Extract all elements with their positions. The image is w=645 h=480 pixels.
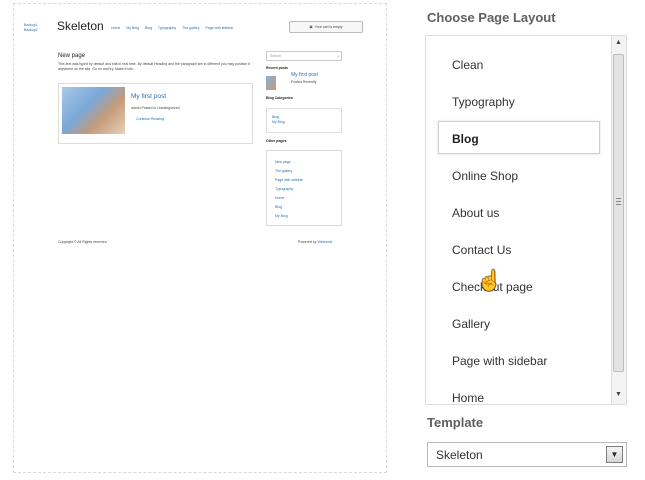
other-page-link[interactable]: Home — [275, 194, 341, 203]
category-link[interactable]: My Blog — [272, 120, 341, 125]
choose-layout-heading: Choose Page Layout — [427, 10, 556, 25]
menu-item[interactable]: Blog — [145, 26, 152, 30]
post-meta: admin Posted in Uncategorized — [131, 106, 180, 110]
footer-powered-link[interactable]: Webnode — [317, 240, 332, 244]
search-icon[interactable]: ⌕ — [337, 54, 339, 59]
other-page-link[interactable]: New page — [275, 158, 341, 167]
layout-item-clean[interactable]: Clean — [452, 58, 483, 72]
other-pages-box: New page The gallery Page with sidebar T… — [266, 150, 342, 226]
layout-item-gallery[interactable]: Gallery — [452, 317, 490, 331]
other-page-link[interactable]: Typography — [275, 185, 341, 194]
layout-item-home[interactable]: Home — [452, 391, 484, 404]
other-page-link[interactable]: Page with sidebar — [275, 176, 341, 185]
page-intro: This text was typed by default and edit … — [58, 62, 250, 71]
page-title: New page — [58, 53, 86, 59]
layout-item-online-shop[interactable]: Online Shop — [452, 169, 518, 183]
footer-copyright: Copyright © All Rights reserved — [58, 240, 107, 244]
other-page-link[interactable]: My Blog — [275, 212, 341, 221]
categories-box: Blog My Blog — [266, 108, 342, 133]
menu-item[interactable]: The gallery — [182, 26, 199, 30]
header-left-link-2[interactable]: Backup2 — [24, 28, 38, 33]
recent-post-thumbnail[interactable] — [266, 76, 276, 90]
template-heading: Template — [427, 415, 484, 430]
menu-item[interactable]: Home — [111, 26, 120, 30]
cart-icon: ▣ — [309, 24, 313, 29]
site-logo[interactable]: Skeleton — [57, 19, 104, 33]
chevron-down-icon[interactable]: ▼ — [606, 446, 623, 463]
other-pages-title: Other pages — [266, 139, 287, 143]
recent-post-link[interactable]: My first post — [291, 72, 318, 78]
template-select-value: Skeleton — [436, 448, 483, 462]
footer-powered-by: Powered by Webnode — [298, 240, 332, 245]
recent-posts-title: Recent posts — [266, 66, 288, 70]
scrollbar-thumb[interactable] — [613, 54, 624, 372]
menu-item[interactable]: Page with sidebar — [205, 26, 233, 30]
search-input[interactable]: Search ⌕ — [266, 51, 342, 61]
post-card: My first post admin Posted in Uncategori… — [58, 83, 253, 144]
other-page-link[interactable]: The gallery — [275, 167, 341, 176]
template-select[interactable]: Skeleton ▼ — [427, 442, 627, 467]
cart-button[interactable]: ▣ Your cart is empty — [289, 21, 363, 33]
website-preview[interactable]: Backup1 Backup2 Skeleton Home My Blog Bl… — [13, 3, 387, 473]
categories-title: Blog Categories — [266, 96, 293, 100]
chevron-down-icon[interactable]: ▼ — [615, 391, 622, 398]
menu-item[interactable]: My Blog — [126, 26, 139, 30]
top-menu: Home My Blog Blog Typography The gallery… — [111, 26, 238, 31]
other-page-link[interactable]: Blog — [275, 203, 341, 212]
layout-item-blog[interactable]: Blog — [452, 132, 479, 146]
layout-item-page-with-sidebar[interactable]: Page with sidebar — [452, 354, 547, 368]
post-image[interactable] — [62, 87, 125, 134]
layout-list[interactable]: Clean Typography Blog Online Shop About … — [425, 35, 627, 405]
footer-powered-label: Powered by — [298, 240, 317, 244]
layout-list-scrollbar[interactable]: ▲ ▼ — [611, 36, 626, 404]
layout-item-typography[interactable]: Typography — [452, 95, 515, 109]
search-placeholder: Search — [270, 54, 282, 58]
cart-label: Your cart is empty — [314, 24, 343, 29]
continue-reading-link[interactable]: Continue Reading — [136, 117, 164, 122]
post-title[interactable]: My first post — [131, 93, 166, 100]
menu-item[interactable]: Typography — [158, 26, 176, 30]
hand-pointer-icon: ☝ — [477, 270, 502, 292]
recent-post-meta: Posted Recently — [291, 80, 317, 84]
layout-item-contact-us[interactable]: Contact Us — [452, 243, 511, 257]
layout-item-about-us[interactable]: About us — [452, 206, 499, 220]
chevron-up-icon[interactable]: ▲ — [615, 39, 622, 46]
